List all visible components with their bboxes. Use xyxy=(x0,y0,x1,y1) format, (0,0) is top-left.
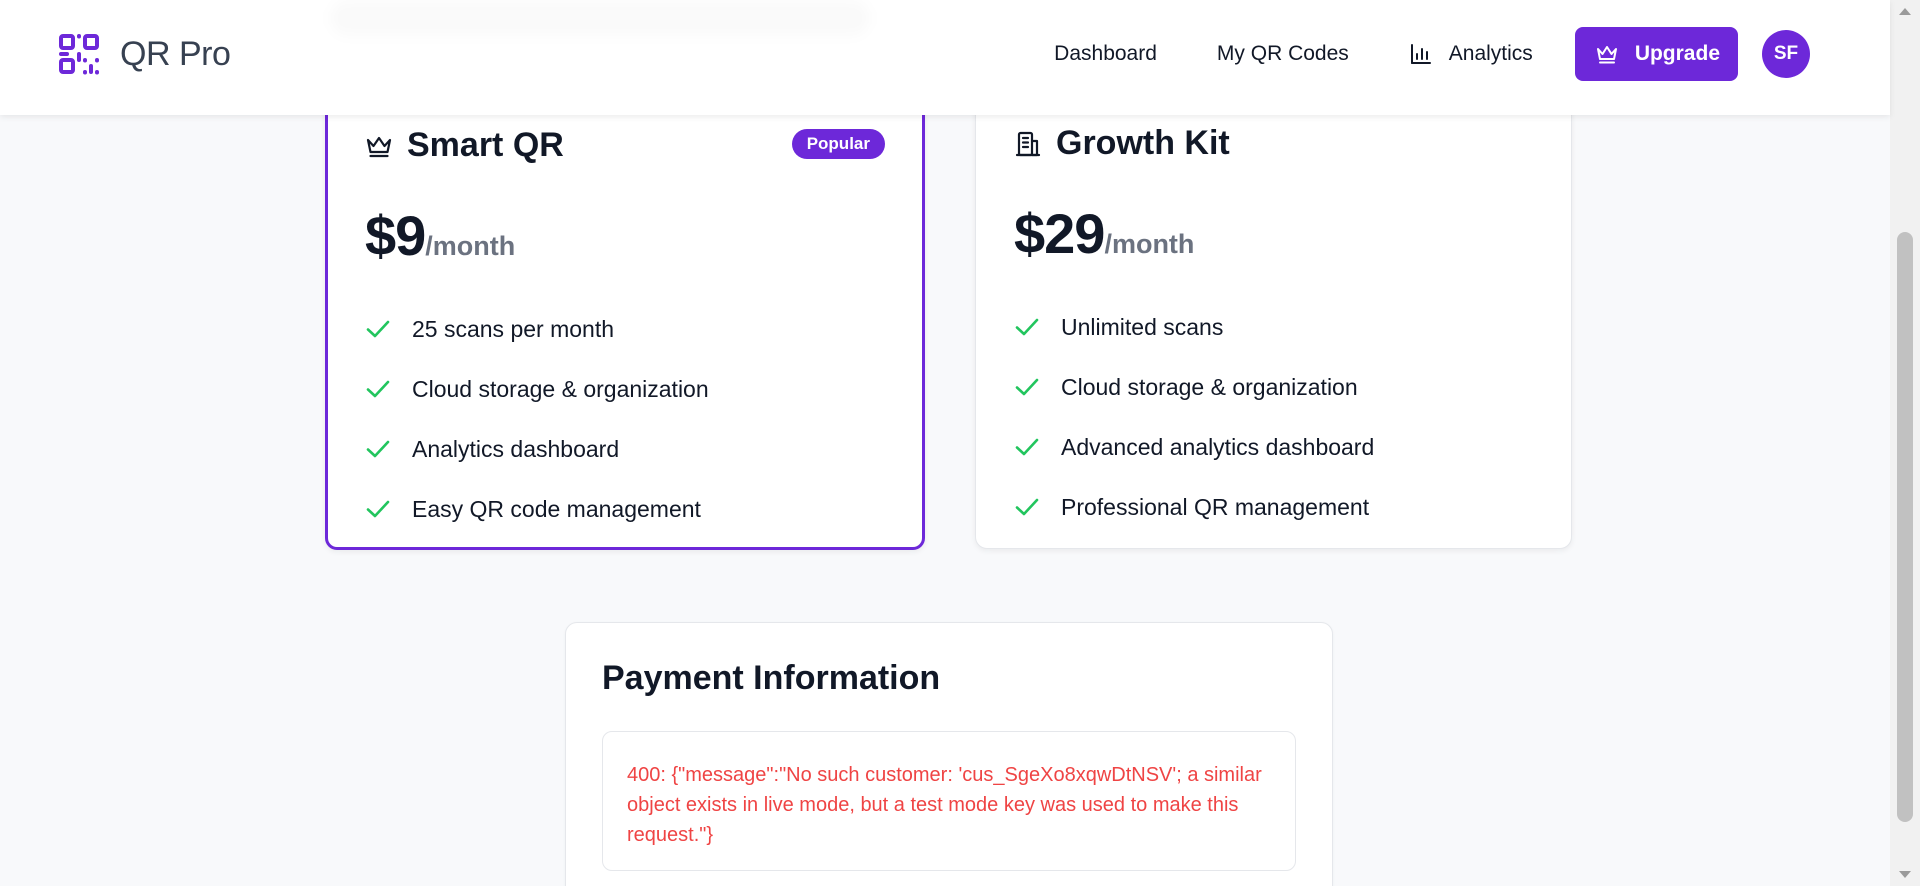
brand-name: QR Pro xyxy=(120,34,231,73)
feature-item: Easy QR code management xyxy=(365,479,709,539)
plan-card-smart-qr[interactable]: Smart QR Popular $9 /month 25 scans per … xyxy=(325,60,925,550)
check-icon xyxy=(1015,498,1039,516)
check-icon xyxy=(1015,318,1039,336)
scroll-thumb[interactable] xyxy=(1897,232,1913,822)
scroll-down-arrow[interactable] xyxy=(1899,871,1911,878)
feature-text: Cloud storage & organization xyxy=(412,375,709,402)
building-icon xyxy=(1015,131,1041,156)
plan-price: $29 /month xyxy=(1014,201,1194,266)
plan-name: Growth Kit xyxy=(1056,124,1230,162)
check-icon xyxy=(366,320,390,338)
feature-item: Unlimited scans xyxy=(1014,297,1374,357)
plan-title: Smart QR xyxy=(365,126,564,165)
top-nav-bar: QR Pro Dashboard My QR Codes Analytics U… xyxy=(0,0,1890,115)
user-avatar[interactable]: SF xyxy=(1762,30,1810,78)
feature-item: Professional QR management xyxy=(1014,477,1374,537)
page-scrollbar[interactable] xyxy=(1890,0,1920,886)
bar-chart-icon xyxy=(1410,44,1431,64)
plan-title: Growth Kit xyxy=(1014,124,1230,163)
check-icon xyxy=(366,380,390,398)
feature-text: Easy QR code management xyxy=(412,495,701,522)
check-icon xyxy=(1015,378,1039,396)
feature-item: Advanced analytics dashboard xyxy=(1014,417,1374,477)
payment-section: Payment Information 400: {"message":"No … xyxy=(565,622,1333,886)
price-period: /month xyxy=(1104,229,1195,259)
plan-price: $9 /month xyxy=(365,203,515,268)
price-amount: $29 xyxy=(1014,202,1105,265)
payment-error-message: 400: {"message":"No such customer: 'cus_… xyxy=(627,764,1262,846)
feature-list: Unlimited scans Cloud storage & organiza… xyxy=(1014,297,1374,537)
plan-name: Smart QR xyxy=(407,126,564,164)
check-icon xyxy=(1015,438,1039,456)
check-icon xyxy=(366,500,390,518)
payment-title: Payment Information xyxy=(602,659,941,697)
feature-item: Cloud storage & organization xyxy=(365,359,709,419)
check-icon xyxy=(366,440,390,458)
qr-code-icon xyxy=(59,34,99,75)
feature-text: Professional QR management xyxy=(1061,493,1370,520)
feature-list: 25 scans per month Cloud storage & organ… xyxy=(365,299,709,539)
feature-item: 25 scans per month xyxy=(365,299,709,359)
price-amount: $9 xyxy=(365,204,426,267)
popular-badge: Popular xyxy=(791,129,885,159)
floating-shadow xyxy=(330,0,870,36)
feature-text: 25 scans per month xyxy=(412,315,615,342)
main-nav: Dashboard My QR Codes Analytics Upgrade … xyxy=(1054,27,1810,81)
feature-text: Unlimited scans xyxy=(1061,313,1224,340)
nav-my-qr-codes[interactable]: My QR Codes xyxy=(1217,42,1349,66)
payment-error-box: 400: {"message":"No such customer: 'cus_… xyxy=(602,731,1296,871)
feature-text: Analytics dashboard xyxy=(412,435,620,462)
brand-logo[interactable]: QR Pro xyxy=(58,33,231,75)
feature-text: Advanced analytics dashboard xyxy=(1061,433,1375,460)
upgrade-label: Upgrade xyxy=(1634,42,1720,65)
crown-icon xyxy=(1596,46,1617,64)
nav-dashboard[interactable]: Dashboard xyxy=(1054,42,1157,66)
feature-item: Analytics dashboard xyxy=(365,419,709,479)
nav-analytics[interactable]: Analytics xyxy=(1409,42,1533,66)
feature-item: Cloud storage & organization xyxy=(1014,357,1374,417)
nav-analytics-label: Analytics xyxy=(1448,42,1533,65)
price-period: /month xyxy=(425,231,516,261)
plan-card-growth-kit[interactable]: Growth Kit $29 /month Unlimited scans Cl… xyxy=(975,60,1572,549)
feature-text: Cloud storage & organization xyxy=(1061,373,1358,400)
crown-icon xyxy=(366,136,392,157)
upgrade-button[interactable]: Upgrade xyxy=(1574,27,1738,81)
scroll-up-arrow[interactable] xyxy=(1899,8,1911,15)
